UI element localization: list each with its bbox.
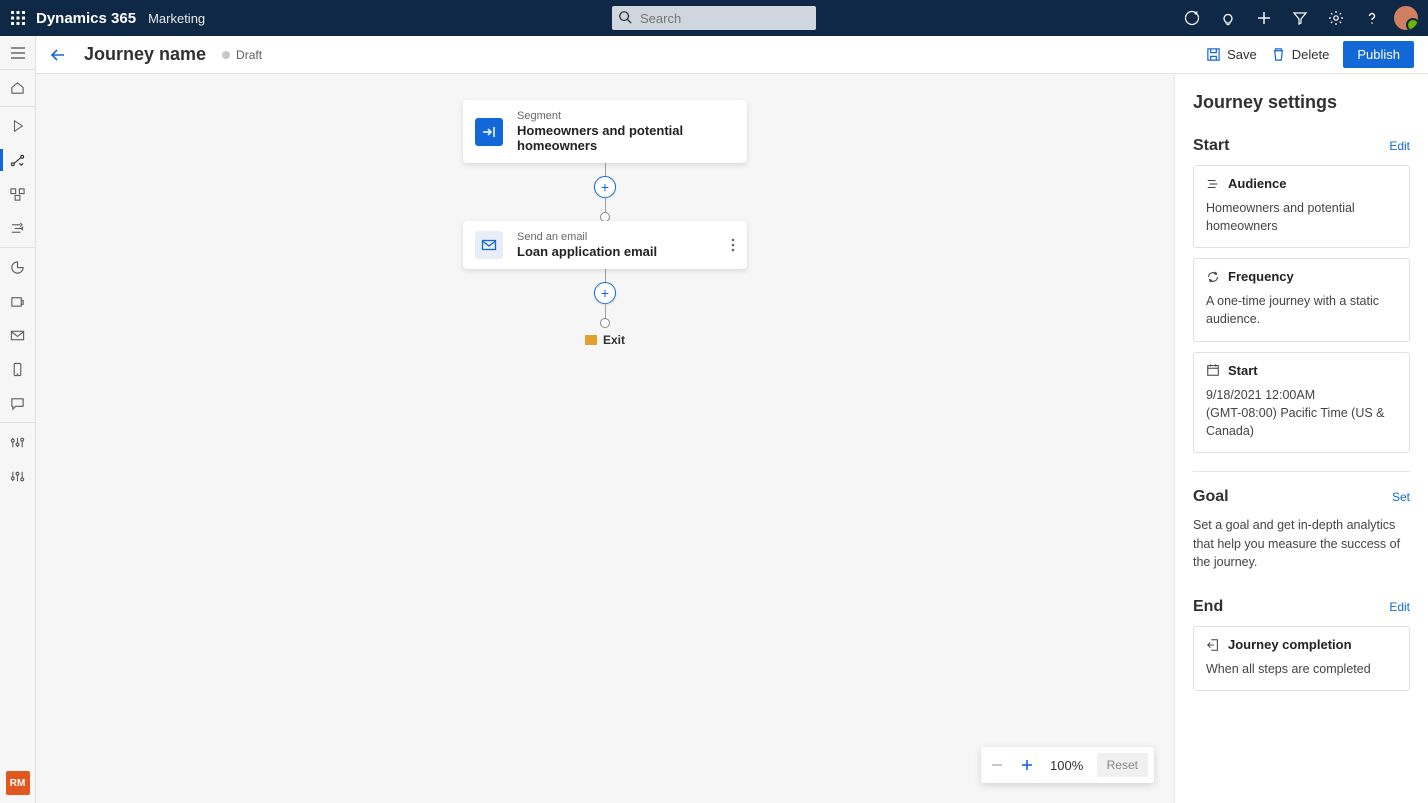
frequency-icon [1206, 270, 1220, 284]
connector-joint-2 [600, 318, 610, 328]
settings-panel: Journey settings Start Edit Audience Hom… [1174, 74, 1428, 803]
audience-value: Homeowners and potential homeowners [1206, 199, 1397, 235]
user-avatar[interactable] [1394, 6, 1418, 30]
save-button[interactable]: Save [1206, 47, 1257, 62]
start-timezone: (GMT-08:00) Pacific Time (US & Canada) [1206, 404, 1397, 440]
page-title: Journey name [84, 44, 206, 65]
start-heading: Start [1193, 137, 1229, 155]
start-label: Start [1228, 363, 1258, 378]
email-icon [475, 231, 503, 259]
area-switcher[interactable]: RM [6, 771, 30, 795]
start-edit-link[interactable]: Edit [1389, 139, 1410, 153]
email-node-label: Send an email [517, 231, 657, 243]
delete-label: Delete [1292, 47, 1330, 62]
hamburger-icon[interactable] [0, 36, 36, 70]
email-node-title: Loan application email [517, 244, 657, 259]
email-node[interactable]: Send an email Loan application email [463, 221, 747, 269]
end-heading: End [1193, 598, 1223, 616]
command-bar: Journey name Draft Save Delete Publish [36, 36, 1428, 74]
completion-value: When all steps are completed [1206, 660, 1397, 678]
brand-label: Dynamics 365 [36, 10, 136, 27]
goal-set-link[interactable]: Set [1392, 490, 1410, 504]
zoom-in-button[interactable] [1017, 755, 1037, 775]
status-dot-icon [222, 51, 230, 59]
nav-segments-icon[interactable] [0, 177, 36, 211]
panel-title: Journey settings [1193, 92, 1410, 113]
end-edit-link[interactable]: Edit [1389, 600, 1410, 614]
nav-home-icon[interactable] [0, 70, 36, 104]
nav-journey-icon[interactable] [0, 143, 36, 177]
audience-icon [1206, 177, 1220, 191]
frequency-card[interactable]: Frequency A one-time journey with a stat… [1193, 258, 1410, 341]
segment-node-title: Homeowners and potential homeowners [517, 123, 735, 153]
frequency-label: Frequency [1228, 269, 1294, 284]
status-label: Draft [236, 48, 262, 62]
goal-description: Set a goal and get in-depth analytics th… [1193, 516, 1410, 572]
start-datetime: 9/18/2021 12:00AM [1206, 386, 1397, 404]
help-icon[interactable] [1354, 0, 1390, 36]
completion-card[interactable]: Journey completion When all steps are co… [1193, 626, 1410, 691]
task-icon[interactable] [1174, 0, 1210, 36]
zoom-value: 100% [1047, 758, 1087, 773]
nav-flow-icon[interactable] [0, 211, 36, 245]
nav-consent-icon[interactable] [0, 284, 36, 318]
add-icon[interactable] [1246, 0, 1282, 36]
journey-canvas[interactable]: Segment Homeowners and potential homeown… [36, 74, 1174, 803]
segment-node[interactable]: Segment Homeowners and potential homeown… [463, 100, 747, 163]
nav-email-icon[interactable] [0, 318, 36, 352]
completion-label: Journey completion [1228, 637, 1352, 652]
filter-icon[interactable] [1282, 0, 1318, 36]
lightbulb-icon[interactable] [1210, 0, 1246, 36]
publish-button[interactable]: Publish [1343, 41, 1414, 68]
add-step-button[interactable]: + [594, 176, 616, 198]
node-more-icon[interactable] [727, 234, 739, 256]
nav-mobile-icon[interactable] [0, 352, 36, 386]
goal-heading: Goal [1193, 488, 1229, 506]
exit-icon [1206, 638, 1220, 652]
nav-settings2-icon[interactable] [0, 459, 36, 493]
audience-card[interactable]: Audience Homeowners and potential homeow… [1193, 165, 1410, 248]
top-bar: Dynamics 365 Marketing [0, 0, 1428, 36]
settings-icon[interactable] [1318, 0, 1354, 36]
app-launcher-icon[interactable] [0, 11, 36, 25]
search-input[interactable] [612, 6, 816, 30]
zoom-control: 100% Reset [981, 747, 1154, 783]
segment-icon [475, 118, 503, 146]
audience-label: Audience [1228, 176, 1287, 191]
nav-settings1-icon[interactable] [0, 425, 36, 459]
back-button[interactable] [50, 47, 66, 63]
exit-label: Exit [603, 333, 625, 347]
add-step-button-2[interactable]: + [594, 282, 616, 304]
segment-node-label: Segment [517, 110, 735, 122]
left-rail: RM [0, 36, 36, 803]
app-label: Marketing [148, 11, 205, 26]
frequency-value: A one-time journey with a static audienc… [1206, 292, 1397, 328]
save-label: Save [1227, 47, 1257, 62]
nav-play-icon[interactable] [0, 109, 36, 143]
exit-flag-icon [585, 335, 597, 345]
start-time-card[interactable]: Start 9/18/2021 12:00AM (GMT-08:00) Paci… [1193, 352, 1410, 453]
exit-node: Exit [463, 333, 747, 347]
zoom-out-button[interactable] [987, 755, 1007, 775]
calendar-icon [1206, 363, 1220, 377]
delete-button[interactable]: Delete [1271, 47, 1330, 62]
zoom-reset-button[interactable]: Reset [1097, 753, 1148, 777]
nav-chat-icon[interactable] [0, 386, 36, 420]
nav-analytics-icon[interactable] [0, 250, 36, 284]
